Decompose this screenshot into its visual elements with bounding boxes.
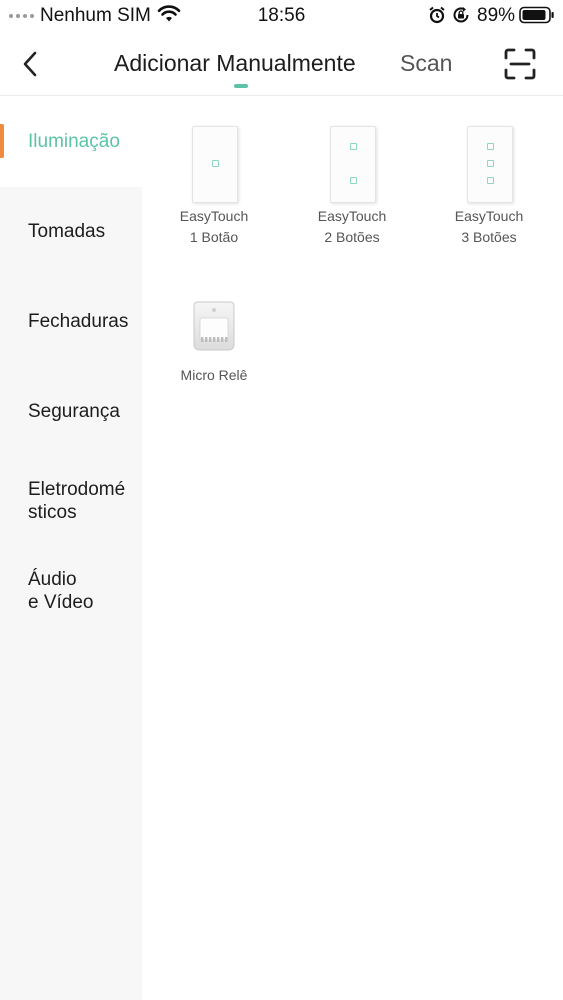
sidebar-item-audio-video[interactable]: Áudio e Vídeo: [0, 568, 142, 614]
status-bar: Nenhum SIM 18:56 89%: [0, 0, 563, 32]
battery-percentage: 89%: [477, 5, 516, 26]
sidebar-item-iluminacao[interactable]: Iluminação: [0, 97, 142, 187]
active-tab-indicator: [234, 84, 248, 88]
device-micro-rele[interactable]: Micro Relê: [159, 298, 269, 388]
device-label: EasyTouch 3 Botões: [454, 208, 524, 245]
tab-scan[interactable]: Scan: [400, 50, 452, 77]
sidebar-item-fechaduras[interactable]: Fechaduras: [0, 310, 142, 333]
alarm-icon: [429, 6, 445, 24]
device-easytouch-2[interactable]: EasyTouch 2 Botões: [297, 126, 407, 251]
active-category-indicator: [0, 124, 4, 158]
device-label: EasyTouch 1 Botão: [179, 208, 249, 245]
device-label: Micro Relê: [180, 367, 248, 383]
tab-add-manually[interactable]: Adicionar Manualmente: [114, 50, 356, 77]
device-label: EasyTouch 2 Botões: [317, 208, 387, 245]
rotation-lock-icon: [453, 7, 469, 23]
back-button[interactable]: [12, 46, 48, 82]
navigation-bar: Adicionar Manualmente Scan: [0, 32, 563, 96]
chevron-left-icon: [23, 51, 37, 77]
switch-2-buttons-image: [330, 126, 376, 203]
switch-1-button-image: [192, 126, 238, 203]
device-easytouch-1[interactable]: EasyTouch 1 Botão: [159, 126, 269, 251]
battery-icon: [519, 6, 554, 24]
switch-3-buttons-image: [467, 126, 513, 203]
device-easytouch-3[interactable]: EasyTouch 3 Botões: [434, 126, 544, 251]
scan-qr-icon[interactable]: [503, 47, 537, 81]
sidebar-item-eletrodomesticos[interactable]: Eletrodomé sticos: [0, 478, 142, 524]
micro-relay-image: [193, 301, 235, 351]
category-sidebar: Iluminação Tomadas Fechaduras Segurança …: [0, 97, 142, 1000]
sidebar-item-seguranca[interactable]: Segurança: [0, 400, 142, 423]
sidebar-item-tomadas[interactable]: Tomadas: [0, 220, 142, 243]
